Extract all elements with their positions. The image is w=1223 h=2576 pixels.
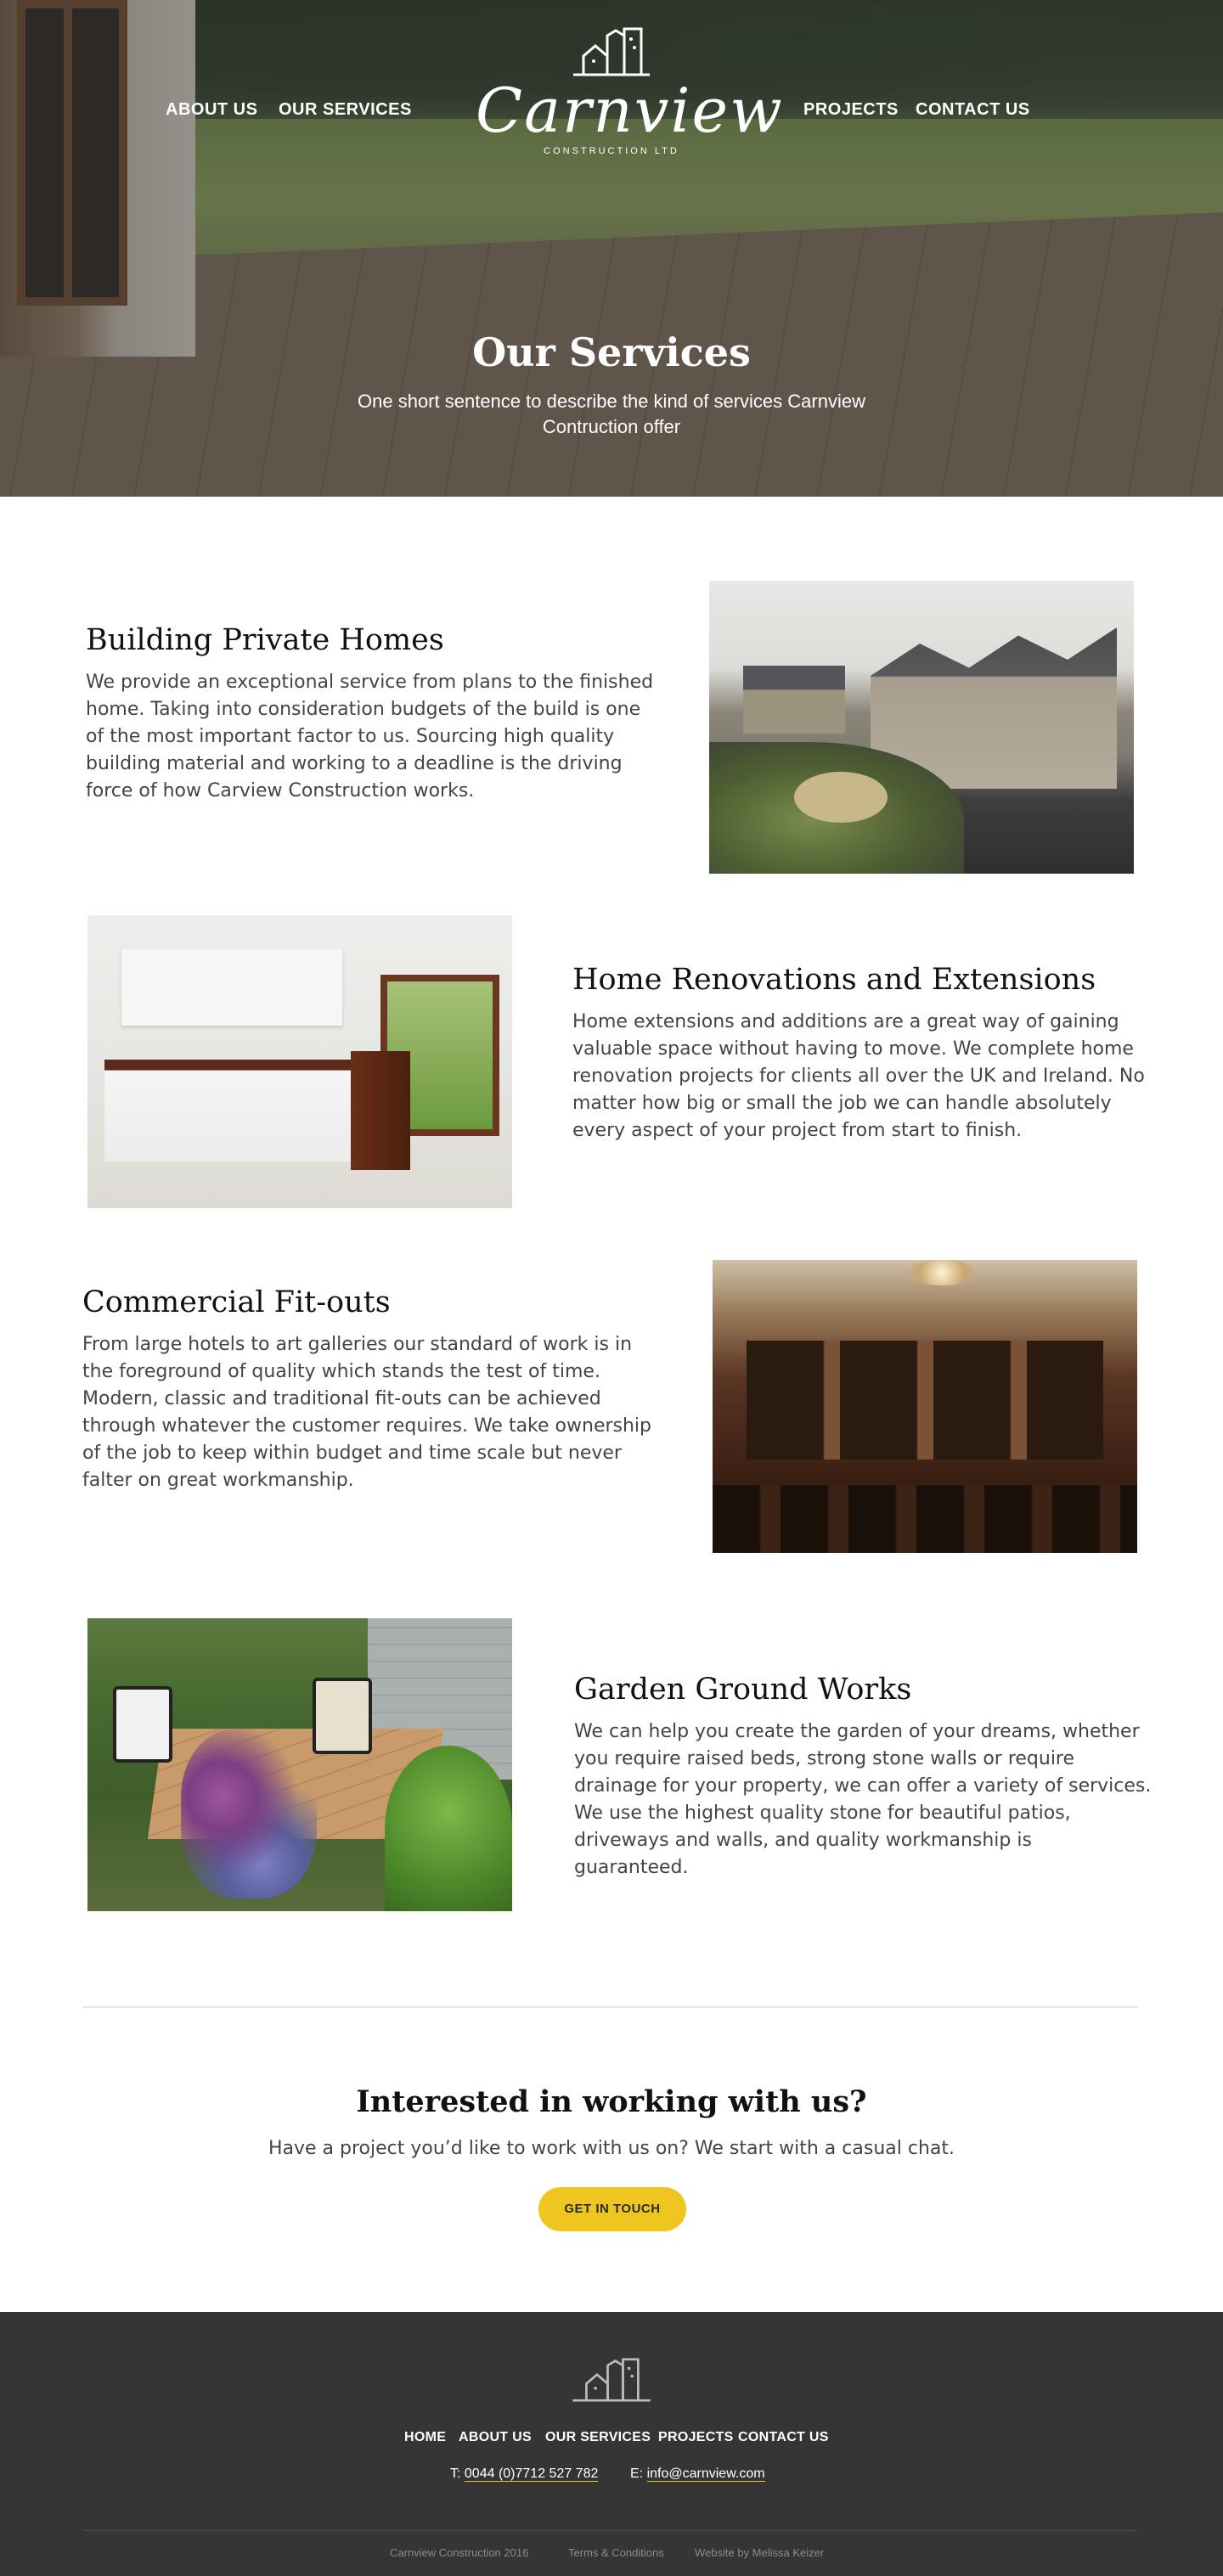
footer-phone: T: 0044 (0)7712 527 782 — [450, 2466, 599, 2482]
footer-nav-about-us[interactable]: ABOUT US — [459, 2430, 532, 2445]
service-title: Garden Ground Works — [574, 1673, 912, 1707]
phone-label: T: — [450, 2466, 461, 2481]
footer-nav-our-services[interactable]: OUR SERVICES — [545, 2430, 651, 2445]
website-credit-link[interactable]: Website by Melissa Keizer — [695, 2546, 824, 2559]
logo-subtitle: CONSTRUCTION LTD — [544, 146, 679, 156]
nav-projects[interactable]: PROJECTS — [803, 100, 899, 120]
hero-section: ABOUT US OUR SERVICES Carnview CONSTRUCT… — [0, 0, 1223, 497]
phone-link[interactable]: 0044 (0)7712 527 782 — [464, 2466, 599, 2482]
garden-photo — [87, 1618, 512, 1911]
footer-nav-projects[interactable]: PROJECTS — [658, 2430, 734, 2445]
logo-wordmark: Carnview — [476, 75, 784, 146]
service-title: Home Renovations and Extensions — [572, 963, 1096, 997]
service-description: From large hotels to art galleries our s… — [82, 1334, 652, 1491]
service-garden-ground-works: Garden Ground Works We can help you crea… — [574, 1673, 1152, 1881]
nav-about-us[interactable]: ABOUT US — [166, 100, 257, 120]
brand-logo[interactable]: Carnview CONSTRUCTION LTD — [476, 27, 784, 172]
commercial-bar-photo — [713, 1260, 1137, 1553]
service-description: Home extensions and additions are a grea… — [572, 1011, 1145, 1141]
service-description: We can help you create the garden of you… — [574, 1721, 1152, 1878]
footer-nav-contact-us[interactable]: CONTACT US — [738, 2430, 829, 2445]
footer: HOME ABOUT US OUR SERVICES PROJECTS CONT… — [0, 2312, 1223, 2576]
house-logo-icon[interactable] — [567, 2358, 656, 2402]
page-title: Our Services — [472, 329, 751, 375]
footer-copyright: Carnview Construction 2016 — [390, 2546, 529, 2559]
cta-subtitle: Have a project you’d like to work with u… — [268, 2138, 955, 2159]
nav-our-services[interactable]: OUR SERVICES — [279, 100, 412, 120]
terms-link[interactable]: Terms & Conditions — [568, 2546, 664, 2559]
email-label: E: — [630, 2466, 644, 2481]
service-building-private-homes: Building Private Homes We provide an exc… — [86, 623, 663, 805]
footer-email: E: info@carnview.com — [630, 2466, 765, 2482]
service-home-renovations: Home Renovations and Extensions Home ext… — [572, 963, 1150, 1145]
nav-contact-us[interactable]: CONTACT US — [916, 100, 1030, 120]
footer-divider — [83, 2530, 1138, 2531]
page-subtitle: One short sentence to describe the kind … — [358, 391, 865, 437]
email-link[interactable]: info@carnview.com — [646, 2466, 765, 2482]
kitchen-renovation-photo — [87, 915, 512, 1208]
cta-title: Interested in working with us? — [356, 2084, 867, 2119]
service-commercial-fit-outs: Commercial Fit-outs From large hotels to… — [82, 1285, 660, 1494]
service-title: Building Private Homes — [86, 623, 444, 657]
house-logo-icon — [573, 27, 650, 76]
service-title: Commercial Fit-outs — [82, 1285, 391, 1319]
footer-nav-home[interactable]: HOME — [404, 2430, 446, 2445]
service-description: We provide an exceptional service from p… — [86, 672, 654, 801]
private-home-photo — [709, 581, 1134, 874]
section-divider — [83, 2006, 1138, 2008]
get-in-touch-button[interactable]: GET IN TOUCH — [538, 2187, 686, 2231]
